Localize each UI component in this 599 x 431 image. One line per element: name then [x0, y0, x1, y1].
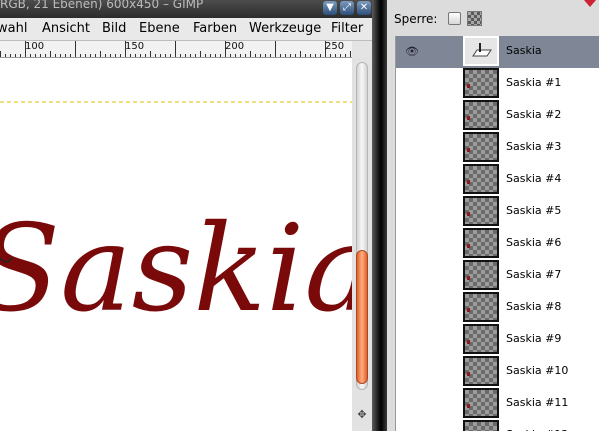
layer-row[interactable]: Saskia #5: [396, 196, 599, 228]
vertical-scrollbar[interactable]: ✥: [352, 58, 372, 431]
eye-icon[interactable]: [405, 174, 419, 186]
canvas-artwork: Saskia: [0, 101, 352, 339]
resize-icon[interactable]: ⤢: [340, 1, 354, 15]
image-window: RGB, 21 Ebenen) 600x450 – GIMP ▼ ⤢ ✕ wah…: [0, 0, 372, 431]
menu-colors[interactable]: Farben: [193, 21, 237, 36]
layer-thumb-content: [467, 212, 470, 216]
ruler-label: 250: [325, 41, 345, 52]
eye-icon[interactable]: 👁: [405, 46, 419, 58]
layer-thumbnail[interactable]: [463, 36, 499, 66]
title-bar: RGB, 21 Ebenen) 600x450 – GIMP ▼ ⤢ ✕: [0, 0, 372, 18]
eye-icon[interactable]: [405, 142, 419, 154]
layer-name[interactable]: Saskia #4: [506, 172, 561, 185]
eye-icon[interactable]: [405, 398, 419, 410]
eye-icon[interactable]: [405, 110, 419, 122]
layer-name[interactable]: Saskia #2: [506, 108, 561, 121]
layer-name[interactable]: Saskia #7: [506, 268, 561, 281]
lock-row: Sperre:: [387, 0, 599, 38]
window-title: RGB, 21 Ebenen) 600x450 – GIMP: [0, 0, 204, 11]
layer-thumb-content: [467, 276, 470, 280]
ruler-ticks: [0, 41, 351, 57]
menu-selection[interactable]: wahl: [0, 21, 27, 36]
layer-row[interactable]: Saskia #12: [396, 420, 599, 431]
layer-thumbnail[interactable]: [463, 292, 499, 322]
canvas-text: Saskia: [0, 200, 352, 339]
layer-thumb-content: [467, 84, 470, 88]
layer-thumbnail[interactable]: [463, 132, 499, 162]
layer-row[interactable]: Saskia #11: [396, 388, 599, 420]
close-icon[interactable]: ✕: [357, 1, 371, 15]
ruler-label: 100: [25, 41, 45, 52]
eye-icon[interactable]: [405, 238, 419, 250]
layers-dock: Sperre: 👁 Saskia Saskia #1 Saskia #2 Saskia …: [387, 0, 599, 431]
eye-icon[interactable]: [405, 302, 419, 314]
layer-thumb-content: [467, 116, 470, 120]
layer-thumb-content: [467, 244, 470, 248]
lock-alpha-icon[interactable]: [467, 11, 482, 26]
layer-row[interactable]: Saskia #10: [396, 356, 599, 388]
layer-name[interactable]: Saskia #5: [506, 204, 561, 217]
ruler-label: 150: [125, 41, 145, 52]
layer-thumb-content: [467, 308, 470, 312]
layer-row[interactable]: Saskia #1: [396, 68, 599, 100]
layer-row[interactable]: Saskia #8: [396, 292, 599, 324]
layer-name[interactable]: Saskia #9: [506, 332, 561, 345]
menu-layer[interactable]: Ebene: [139, 21, 180, 36]
menu-filters[interactable]: Filter: [331, 21, 363, 36]
layer-name[interactable]: Saskia #10: [506, 364, 568, 377]
eye-icon[interactable]: [405, 334, 419, 346]
layer-row[interactable]: Saskia #6: [396, 228, 599, 260]
layer-row[interactable]: Saskia #4: [396, 164, 599, 196]
ruler-label: 200: [225, 41, 245, 52]
layer-list[interactable]: 👁 Saskia Saskia #1 Saskia #2 Saskia #3 Saskia…: [395, 36, 599, 431]
layer-name[interactable]: Saskia #3: [506, 140, 561, 153]
layer-name[interactable]: Saskia: [506, 44, 542, 57]
image-canvas[interactable]: Saskia: [0, 58, 352, 431]
layer-thumbnail[interactable]: [463, 196, 499, 226]
layer-name[interactable]: Saskia #8: [506, 300, 561, 313]
layer-thumbnail[interactable]: [463, 388, 499, 418]
menu-bar: wahl Ansicht Bild Ebene Farben Werkzeuge…: [0, 18, 372, 41]
eye-icon[interactable]: [405, 270, 419, 282]
layer-row[interactable]: Saskia #9: [396, 324, 599, 356]
eye-icon[interactable]: [405, 206, 419, 218]
eye-icon[interactable]: [405, 366, 419, 378]
lock-pixels-icon[interactable]: [448, 12, 461, 25]
layer-name[interactable]: Saskia #11: [506, 396, 568, 409]
menu-view[interactable]: Ansicht: [42, 21, 90, 36]
scroll-thumb[interactable]: [356, 250, 368, 384]
layer-thumbnail[interactable]: [463, 228, 499, 258]
layer-row[interactable]: 👁 Saskia: [396, 36, 599, 68]
layer-row[interactable]: Saskia #7: [396, 260, 599, 292]
layer-thumbnail[interactable]: [463, 100, 499, 130]
window-separator: [372, 0, 387, 431]
text-layer-icon: [472, 43, 492, 57]
layer-thumbnail[interactable]: [463, 356, 499, 386]
layer-thumb-content: [467, 148, 470, 152]
layer-row[interactable]: Saskia #3: [396, 132, 599, 164]
layer-thumbnail[interactable]: [463, 420, 499, 431]
layer-thumb-content: [467, 340, 470, 344]
tab-menu-icon[interactable]: [581, 0, 599, 10]
menu-triangle-icon[interactable]: ▼: [323, 1, 337, 15]
layer-thumbnail[interactable]: [463, 164, 499, 194]
menu-tools[interactable]: Werkzeuge: [249, 21, 321, 36]
layer-thumb-content: [467, 180, 470, 184]
layer-thumbnail[interactable]: [463, 260, 499, 290]
lock-label: Sperre:: [394, 12, 438, 26]
layer-name[interactable]: Saskia #1: [506, 76, 561, 89]
layer-thumb-content: [467, 372, 470, 376]
layer-thumbnail[interactable]: [463, 324, 499, 354]
horizontal-ruler[interactable]: 100 150 200 250: [0, 41, 352, 58]
eye-icon[interactable]: [405, 78, 419, 90]
layer-name[interactable]: Saskia #6: [506, 236, 561, 249]
ruler-corner: [352, 41, 372, 58]
navigate-icon[interactable]: ✥: [355, 408, 369, 422]
layer-thumbnail[interactable]: [463, 68, 499, 98]
menu-image[interactable]: Bild: [102, 21, 126, 36]
layer-row[interactable]: Saskia #2: [396, 100, 599, 132]
layer-thumb-content: [467, 404, 470, 408]
